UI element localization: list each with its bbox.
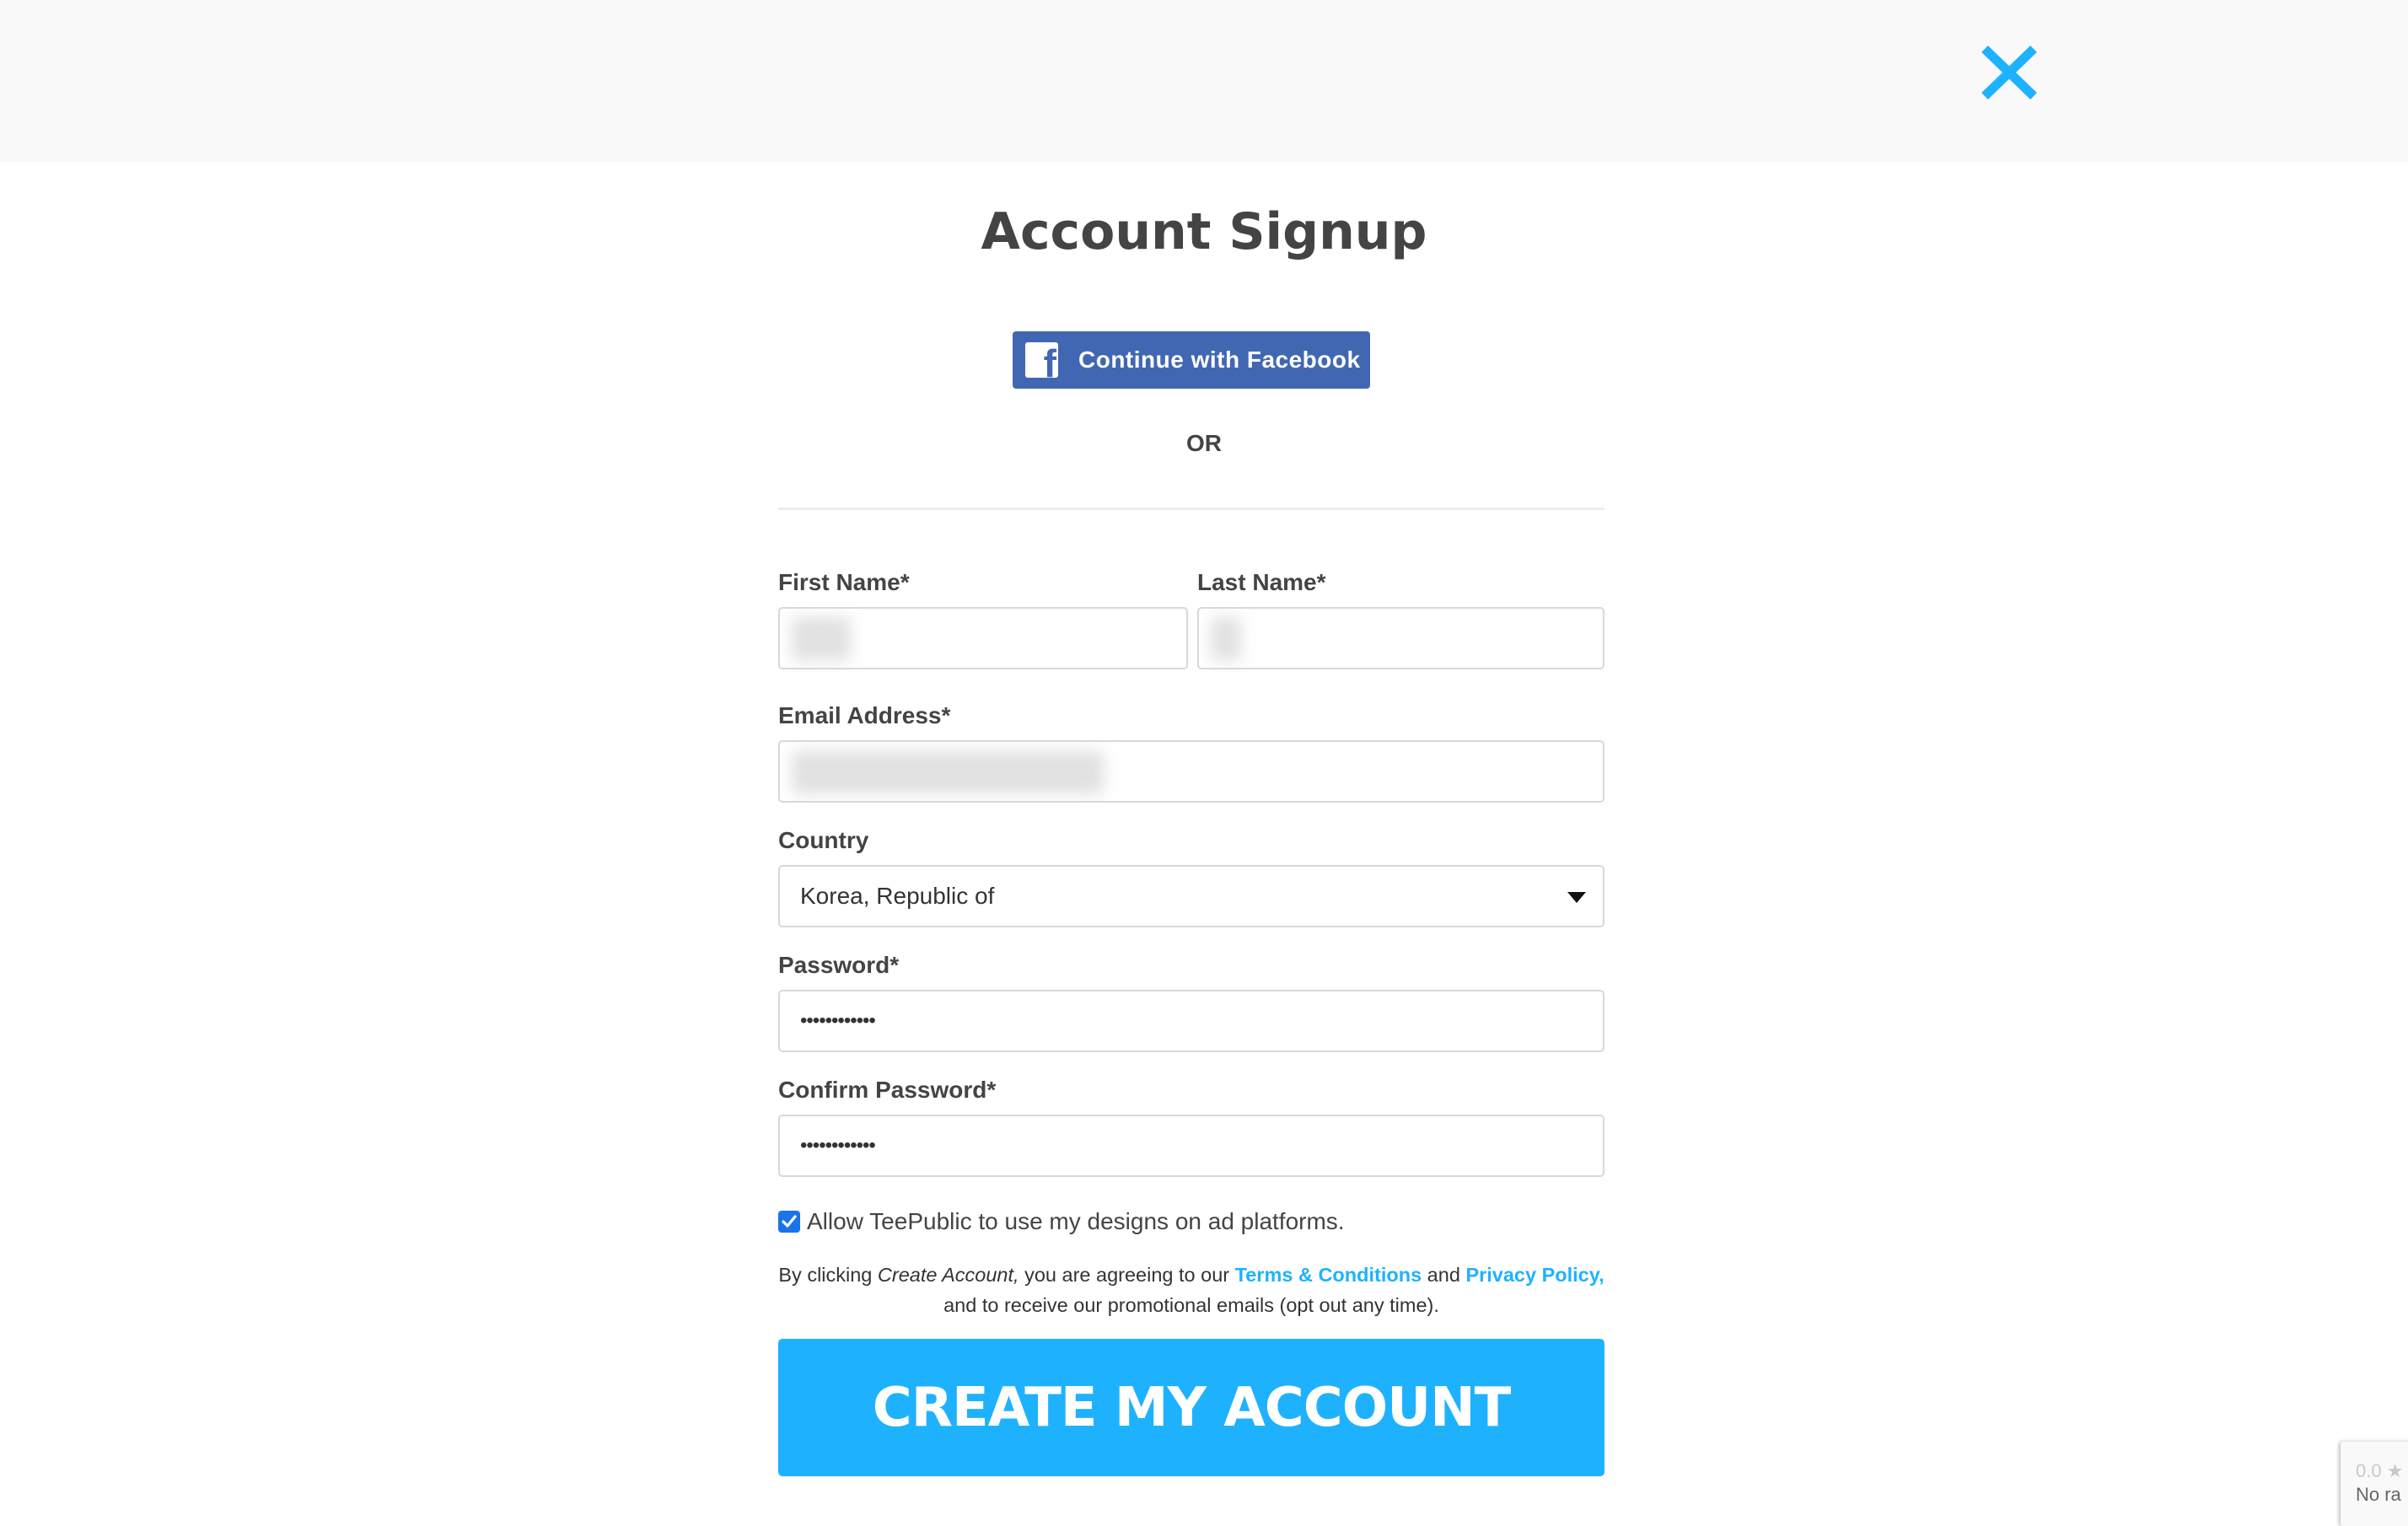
continue-with-facebook-button[interactable]: f Continue with Facebook (1013, 331, 1370, 389)
dropdown-arrow-icon (1567, 892, 1586, 903)
redacted-value (792, 617, 851, 661)
terms-conditions-link[interactable]: Terms & Conditions (1235, 1264, 1422, 1286)
country-label: Country (778, 827, 869, 853)
first-name-label: First Name* (778, 569, 910, 595)
privacy-policy-link[interactable]: Privacy Policy, (1465, 1264, 1604, 1286)
redacted-value (792, 750, 1104, 794)
ad-consent-checkbox[interactable] (778, 1211, 800, 1233)
checkmark-icon (782, 1215, 797, 1228)
or-separator-text: OR (1186, 430, 1222, 456)
confirm-password-label: Confirm Password* (778, 1077, 997, 1103)
create-account-button[interactable]: CREATE MY ACCOUNT (778, 1339, 1604, 1476)
country-selected-value: Korea, Republic of (800, 883, 995, 909)
rating-subtitle: No ra (2356, 1484, 2401, 1505)
rating-widget[interactable]: 0.0 ★ No ra (2341, 1442, 2408, 1526)
email-input[interactable] (778, 740, 1604, 803)
password-label: Password* (778, 952, 900, 978)
password-masked-value: •••••••••••• (800, 1009, 876, 1032)
country-select[interactable]: Korea, Republic of (778, 865, 1604, 927)
create-account-label: CREATE MY ACCOUNT (872, 1376, 1512, 1439)
facebook-button-label: Continue with Facebook (1078, 347, 1361, 373)
confirm-password-input[interactable]: •••••••••••• (778, 1115, 1604, 1177)
rating-score: 0.0 ★ (2356, 1460, 2404, 1481)
legal-notice: By clicking Create Account, you are agre… (778, 1264, 1604, 1316)
page-title: Account Signup (981, 202, 1427, 261)
ad-consent-label[interactable]: Allow TeePublic to use my designs on ad … (807, 1208, 1345, 1235)
first-name-input[interactable] (778, 607, 1188, 669)
last-name-label: Last Name* (1197, 569, 1326, 595)
email-label: Email Address* (778, 702, 951, 728)
facebook-f-icon: f (1025, 342, 1058, 378)
password-input[interactable]: •••••••••••• (778, 990, 1604, 1052)
last-name-input[interactable] (1197, 607, 1604, 669)
create-account-emphasis: Create Account, (877, 1264, 1019, 1286)
close-button[interactable] (1978, 42, 2040, 103)
top-bar (0, 0, 2408, 162)
ad-consent-row: Allow TeePublic to use my designs on ad … (778, 1208, 1345, 1235)
close-x-icon (1981, 46, 2037, 99)
redacted-value (1211, 617, 1241, 661)
divider (778, 508, 1604, 510)
confirm-password-masked-value: •••••••••••• (800, 1134, 876, 1157)
